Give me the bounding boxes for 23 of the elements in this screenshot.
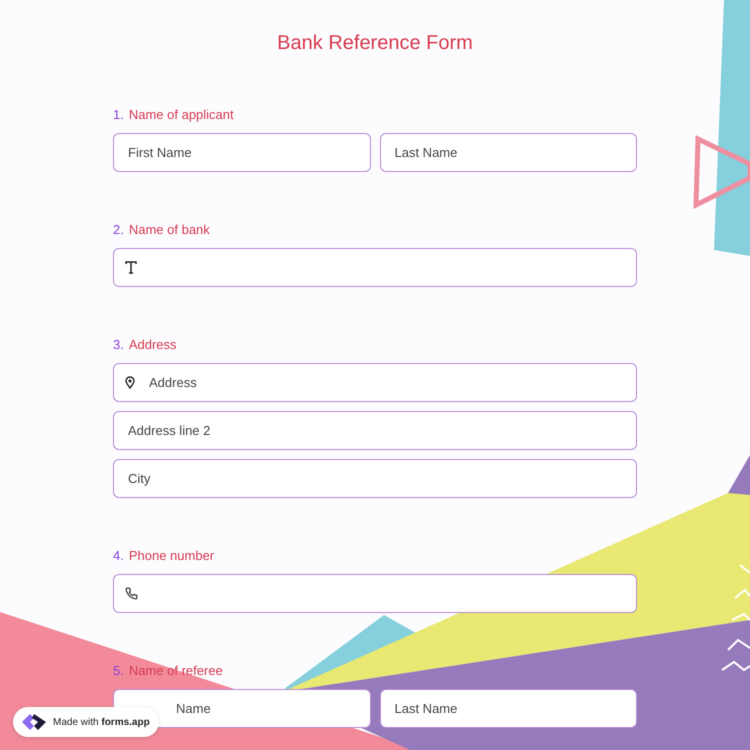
input-field[interactable]: First Name [113,133,370,172]
input-field[interactable]: Last Name [380,689,637,728]
input-field[interactable] [113,574,637,613]
question-label: Name of applicant [128,106,234,122]
location-pin-icon [125,376,135,389]
question-number: 4. [113,548,124,562]
background-shape [728,455,750,495]
made-with-badge[interactable]: Made with forms.app [13,707,159,737]
question-label: Phone number [128,548,214,562]
input-field[interactable]: Last Name [380,133,637,172]
input-field[interactable]: City [113,459,637,498]
question-label: Address [128,336,177,352]
question-label: Name of bank [128,222,210,236]
question-number: 3. [113,336,124,352]
form-title: Bank Reference Form [277,32,473,55]
question-number: 5. [113,662,124,678]
input-field[interactable] [113,248,637,287]
input-field[interactable]: Address [113,363,637,402]
question-number: 2. [113,222,124,236]
text-type-icon [125,261,137,274]
question-number: 1. [113,106,124,122]
input-field[interactable]: Address line 2 [113,411,637,450]
phone-icon [125,587,138,600]
